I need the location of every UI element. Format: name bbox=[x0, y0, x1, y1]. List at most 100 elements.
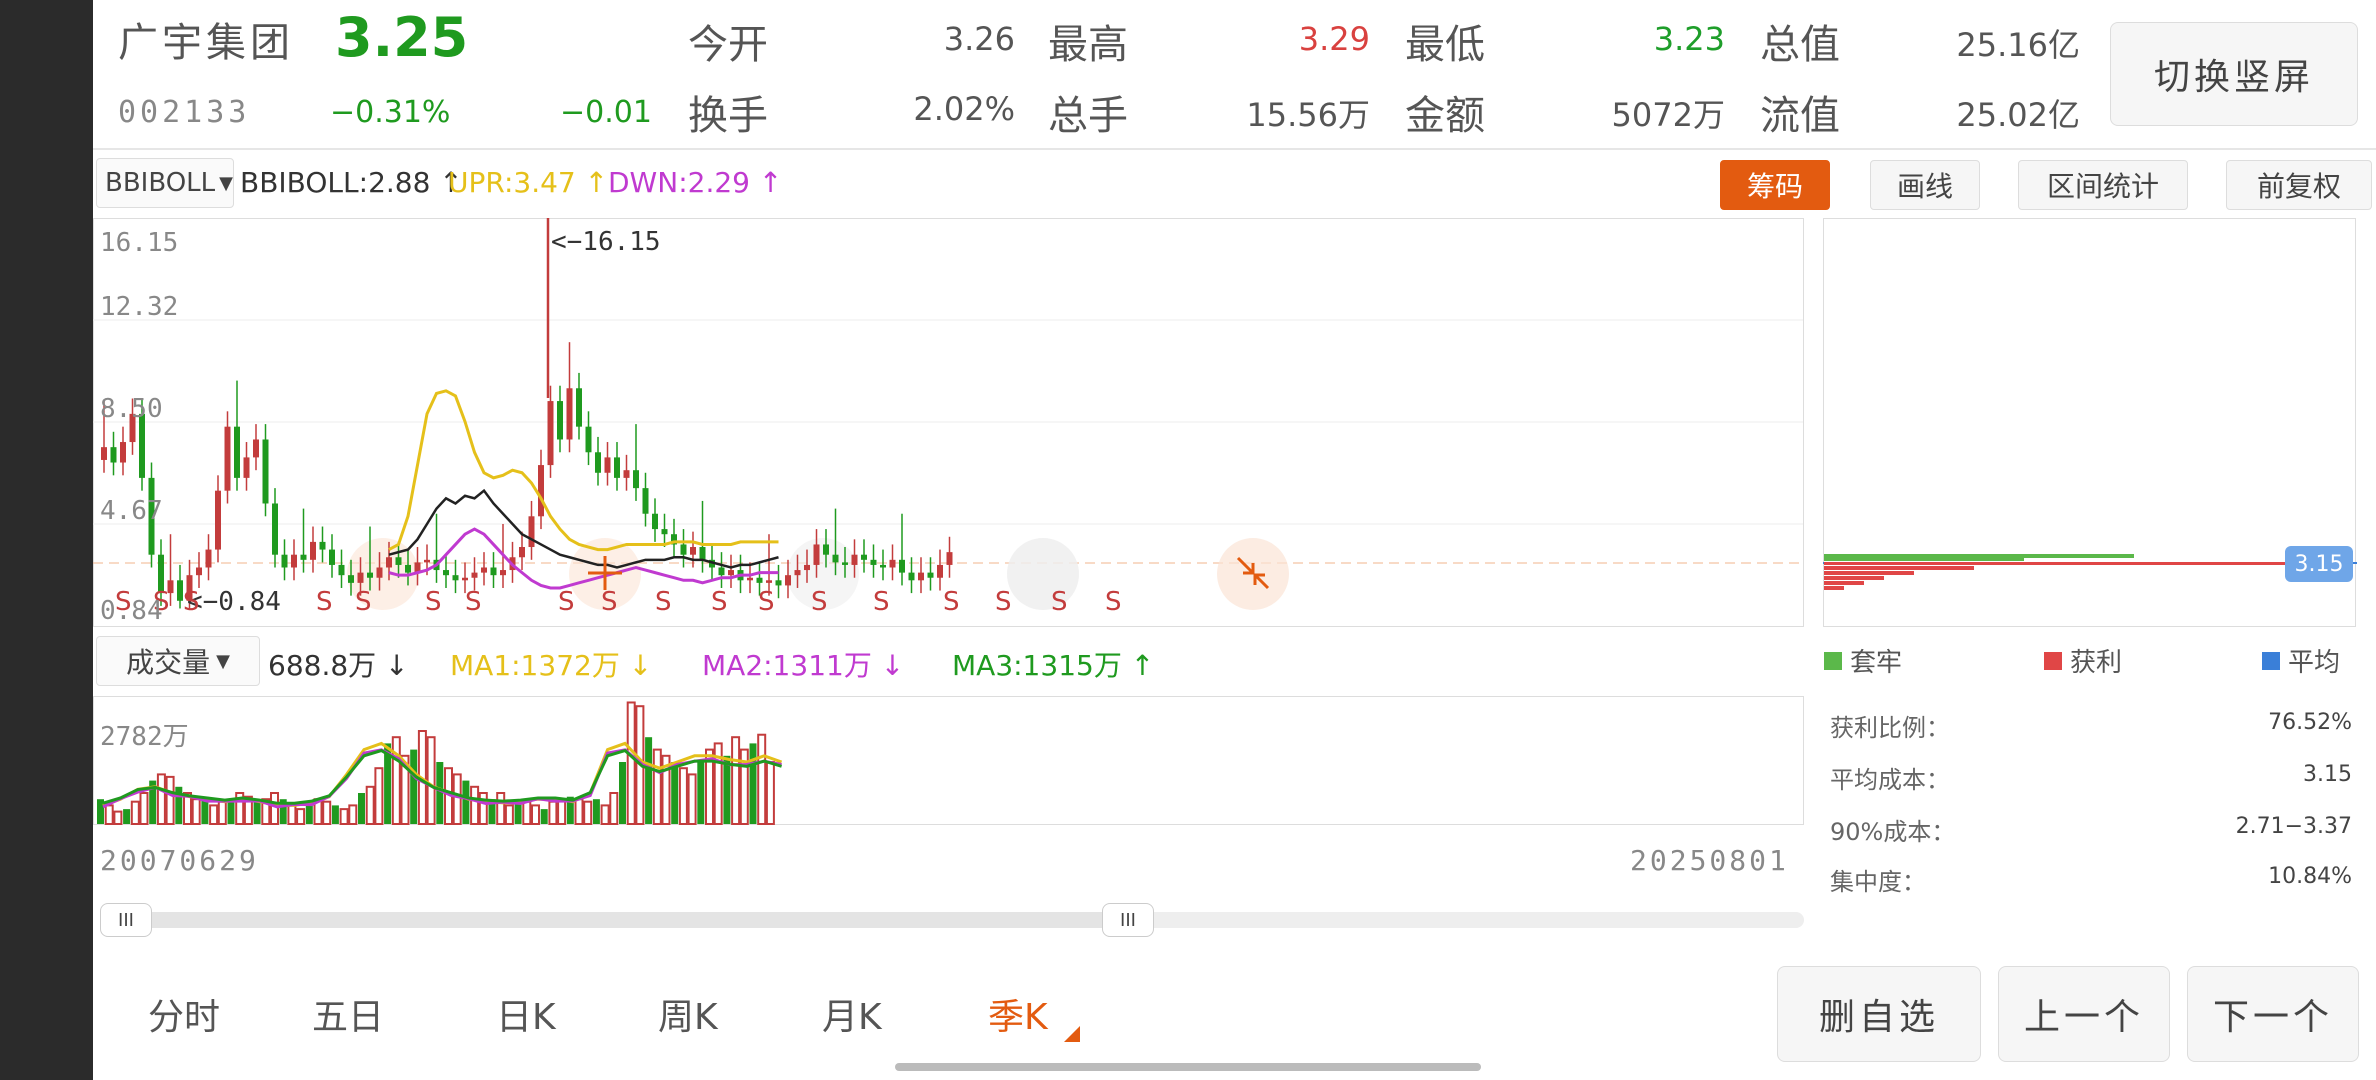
candle-body bbox=[224, 426, 231, 491]
candle-body bbox=[519, 547, 525, 558]
turnover-value: 2.02% bbox=[913, 90, 1015, 128]
previous-stock-button[interactable]: 上一个 bbox=[1998, 966, 2170, 1062]
delete-favorite-label: 删自选 bbox=[1818, 997, 1939, 1038]
tab-quarterly-k[interactable]: 季K bbox=[988, 988, 1048, 1040]
candle-body bbox=[642, 488, 649, 514]
cost-90-value: 2.71−3.37 bbox=[2235, 814, 2352, 839]
tab-weekly-k[interactable]: 周K bbox=[658, 988, 718, 1040]
next-stock-button[interactable]: 下一个 bbox=[2187, 966, 2359, 1062]
sell-signal: S bbox=[655, 587, 672, 617]
volume-bar bbox=[227, 799, 235, 824]
next-stock-label: 下一个 bbox=[2212, 997, 2333, 1038]
avg-cost-value: 3.15 bbox=[2303, 762, 2352, 787]
candle-body bbox=[310, 541, 316, 560]
draw-line-label: 画线 bbox=[1896, 170, 1953, 203]
candle-body bbox=[927, 572, 934, 578]
volume-bar bbox=[697, 762, 705, 824]
candle-body bbox=[604, 457, 611, 473]
upr-value: UPR:3.47 ↑ bbox=[448, 166, 609, 199]
tab-intraday[interactable]: 分时 bbox=[148, 988, 220, 1040]
switch-portrait-label: 切换竖屏 bbox=[2153, 57, 2314, 98]
candle-body bbox=[367, 572, 373, 578]
candle-body bbox=[870, 559, 877, 565]
candle-body bbox=[300, 554, 307, 560]
adjust-label: 前复权 bbox=[2256, 170, 2341, 203]
y-label-3: 8.50 bbox=[100, 394, 163, 424]
volume-chart[interactable] bbox=[93, 696, 1805, 826]
candle-body bbox=[253, 439, 259, 458]
candle-body bbox=[196, 567, 202, 576]
turnover-label: 换手 bbox=[688, 93, 768, 139]
candle-body bbox=[756, 577, 763, 583]
candle-body bbox=[528, 516, 535, 548]
indicator-select[interactable]: BBIBOLL ▼ bbox=[96, 158, 234, 208]
legend-trapped-label: 套牢 bbox=[1850, 648, 1903, 678]
sell-signal: S bbox=[995, 587, 1012, 617]
chips-button-label: 筹码 bbox=[1746, 170, 1803, 203]
bbiboll-value: BBIBOLL:2.88 ↑ bbox=[240, 166, 463, 199]
total-value-value: 25.16亿 bbox=[1956, 26, 2080, 64]
header-divider bbox=[93, 148, 2376, 150]
candle-body bbox=[823, 544, 829, 555]
candle-body bbox=[652, 513, 658, 530]
candle-body bbox=[557, 401, 563, 440]
tab-five-day[interactable]: 五日 bbox=[312, 988, 384, 1040]
candle-body bbox=[471, 572, 478, 578]
candle-body bbox=[405, 564, 411, 573]
open-value: 3.26 bbox=[943, 20, 1015, 58]
chevron-down-icon: ▼ bbox=[219, 172, 234, 194]
range-slider-left-handle[interactable]: III bbox=[100, 903, 152, 937]
draw-line-button[interactable]: 画线 bbox=[1870, 160, 1980, 210]
candle-body bbox=[338, 564, 345, 576]
candle-body bbox=[547, 401, 554, 466]
range-stats-label: 区间统计 bbox=[2046, 170, 2159, 203]
volume-ma3: MA3:1315万 ↑ bbox=[952, 649, 1155, 682]
volume-bar bbox=[462, 780, 470, 824]
candle-body bbox=[281, 554, 288, 568]
volume-ma1: MA1:1372万 ↓ bbox=[450, 649, 653, 682]
chip-distribution-chart bbox=[1823, 218, 2357, 627]
low-label: 最低 bbox=[1405, 22, 1485, 68]
range-slider-right-handle[interactable]: III bbox=[1102, 903, 1154, 937]
legend-profit: 获利 bbox=[2044, 642, 2122, 679]
candle-body bbox=[775, 580, 782, 586]
legend-trapped: 套牢 bbox=[1824, 642, 1902, 679]
switch-portrait-button[interactable]: 切换竖屏 bbox=[2110, 22, 2358, 126]
left-system-bar bbox=[0, 0, 93, 1080]
start-date: 20070629 bbox=[100, 844, 259, 877]
total-hands-value: 15.56万 bbox=[1246, 96, 1370, 134]
volume-bar bbox=[540, 809, 548, 824]
sell-signal: S bbox=[558, 587, 575, 617]
volume-bar bbox=[123, 809, 131, 824]
kline-chart[interactable]: <−16.15 <−0.84 SSSSSSSSSSSSSSSSSS bbox=[93, 218, 1805, 628]
candle-body bbox=[262, 439, 269, 504]
sell-signal: S bbox=[465, 587, 482, 617]
candle-body bbox=[576, 388, 582, 427]
candle-body bbox=[243, 457, 250, 478]
candle-body bbox=[538, 465, 544, 517]
candle-body bbox=[832, 554, 839, 563]
volume-bar bbox=[331, 805, 339, 824]
legend-profit-label: 获利 bbox=[2070, 648, 2123, 678]
tab-monthly-k[interactable]: 月K bbox=[822, 988, 882, 1040]
dwn-value: DWN:2.29 ↑ bbox=[608, 166, 783, 199]
delete-favorite-button[interactable]: 删自选 bbox=[1777, 966, 1981, 1062]
candle-body bbox=[785, 575, 791, 586]
sell-signal: S bbox=[601, 587, 618, 617]
volume-bar bbox=[749, 743, 757, 824]
candle-body bbox=[490, 567, 497, 576]
range-stats-button[interactable]: 区间统计 bbox=[2018, 160, 2188, 210]
candle-body bbox=[937, 564, 943, 578]
adjust-button[interactable]: 前复权 bbox=[2226, 160, 2372, 210]
chips-button[interactable]: 筹码 bbox=[1720, 160, 1830, 210]
candle-body bbox=[386, 557, 392, 568]
y-label-1: 16.15 bbox=[100, 228, 179, 258]
candle-body bbox=[614, 457, 620, 478]
tab-daily-k[interactable]: 日K bbox=[496, 988, 556, 1040]
candle-body bbox=[291, 554, 297, 568]
volume-bar bbox=[410, 749, 418, 824]
volume-select[interactable]: 成交量 ▼ bbox=[96, 636, 260, 686]
candle-body bbox=[899, 559, 905, 573]
candle-body bbox=[908, 572, 915, 581]
candle-body bbox=[376, 567, 383, 578]
